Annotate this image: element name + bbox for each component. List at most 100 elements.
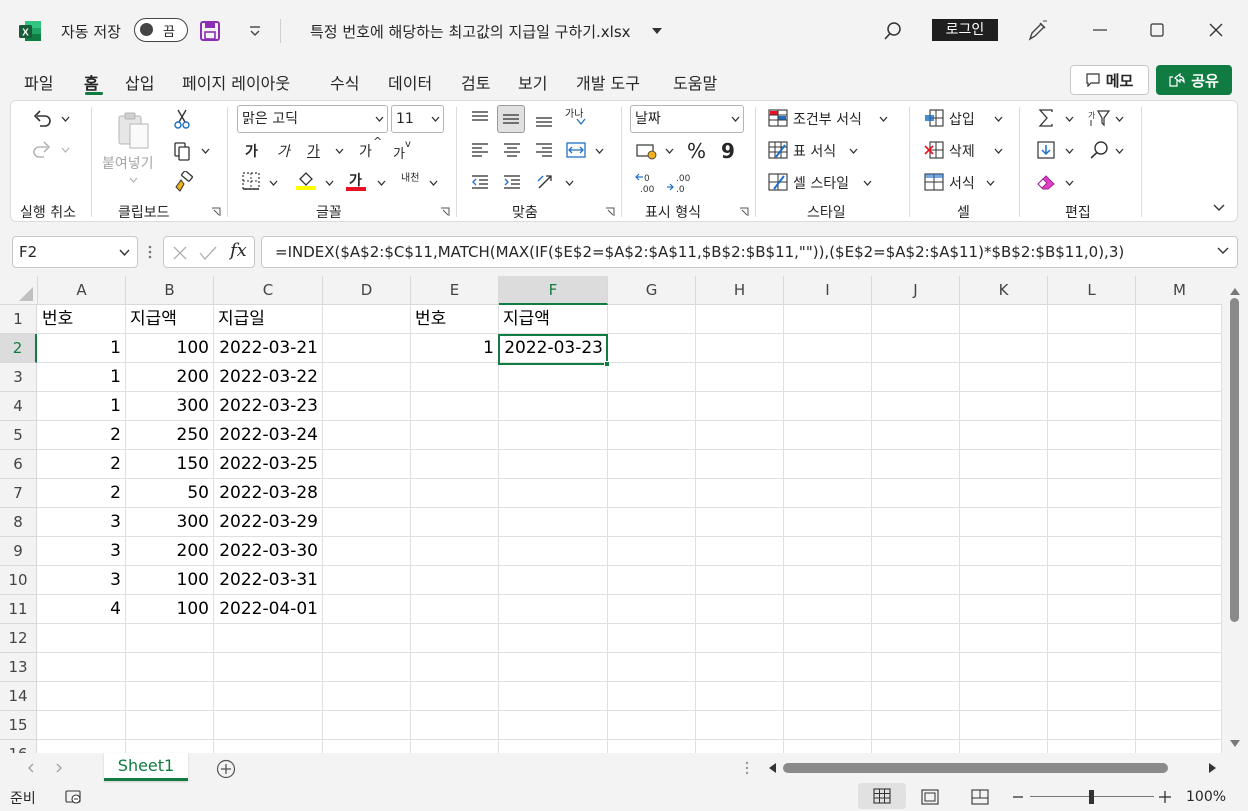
- cell-a2[interactable]: 1: [38, 334, 125, 363]
- shrink-font-button[interactable]: 가: [393, 143, 405, 162]
- increase-indent-icon[interactable]: [501, 171, 523, 193]
- cell-c9[interactable]: 2022-03-30: [214, 537, 322, 566]
- insert-function-icon[interactable]: fx: [230, 240, 247, 261]
- fill-dropdown-icon[interactable]: [1063, 145, 1075, 157]
- borders-dropdown-icon[interactable]: [267, 177, 279, 189]
- copy-dropdown-icon[interactable]: [199, 145, 211, 157]
- row-header-12[interactable]: 12: [0, 624, 37, 653]
- decrease-indent-icon[interactable]: [469, 171, 491, 193]
- expand-formula-bar-icon[interactable]: [1215, 244, 1231, 258]
- vertical-scrollbar[interactable]: [1222, 276, 1248, 753]
- phonetic-dropdown-icon[interactable]: [427, 177, 439, 189]
- column-header-f[interactable]: F: [499, 276, 608, 305]
- tab-split-handle-icon[interactable]: [742, 759, 752, 777]
- insert-cells-button[interactable]: 삽입: [949, 109, 975, 129]
- cell-c1[interactable]: 지급일: [214, 305, 322, 334]
- search-icon[interactable]: [880, 18, 906, 44]
- vertical-scroll-thumb[interactable]: [1230, 298, 1239, 622]
- designer-pen-icon[interactable]: [1024, 18, 1050, 44]
- cell-a11[interactable]: 4: [38, 595, 125, 624]
- cell-styles-dropdown-icon[interactable]: [861, 177, 873, 189]
- tab-page-layout[interactable]: 페이지 레이아웃: [182, 70, 290, 94]
- zoom-level[interactable]: 100%: [1186, 789, 1226, 805]
- cell-b9[interactable]: 200: [126, 537, 213, 566]
- cell-b8[interactable]: 300: [126, 508, 213, 537]
- comma-style-button[interactable]: 9: [721, 139, 735, 163]
- cell-a6[interactable]: 2: [38, 450, 125, 479]
- conditional-formatting-button[interactable]: 조건부 서식: [793, 109, 862, 129]
- font-name-chevron-icon[interactable]: [373, 114, 385, 124]
- cell-b10[interactable]: 100: [126, 566, 213, 595]
- horizontal-scroll-thumb[interactable]: [783, 763, 1168, 773]
- clear-dropdown-icon[interactable]: [1063, 177, 1075, 189]
- format-as-table-icon[interactable]: [767, 139, 789, 161]
- text-direction-dropdown-icon[interactable]: [563, 177, 575, 189]
- next-sheet-icon[interactable]: [54, 762, 64, 774]
- row-header-3[interactable]: 3: [0, 363, 37, 392]
- prev-sheet-icon[interactable]: [26, 762, 36, 774]
- percent-button[interactable]: %: [687, 139, 706, 163]
- cell-b1[interactable]: 지급액: [126, 305, 213, 334]
- increase-decimal-icon[interactable]: 0.00: [633, 171, 659, 195]
- scroll-down-icon[interactable]: [1229, 738, 1241, 748]
- login-button[interactable]: 로그인: [932, 19, 998, 41]
- row-header-10[interactable]: 10: [0, 566, 37, 595]
- select-all-corner[interactable]: [0, 276, 38, 305]
- row-header-9[interactable]: 9: [0, 537, 37, 566]
- tab-insert[interactable]: 삽입: [125, 70, 154, 94]
- font-launcher-icon[interactable]: [440, 207, 450, 217]
- number-format-select[interactable]: 날짜: [630, 105, 744, 133]
- clear-eraser-icon[interactable]: [1035, 171, 1057, 193]
- close-icon[interactable]: [1206, 20, 1226, 40]
- formula-input[interactable]: =INDEX($A$2:$C$11,MATCH(MAX(IF($E$2=$A$2…: [261, 236, 1238, 268]
- sort-filter-dropdown-icon[interactable]: [1113, 113, 1125, 125]
- column-header-b[interactable]: B: [126, 276, 214, 305]
- scroll-left-icon[interactable]: [766, 762, 778, 774]
- cut-icon[interactable]: [171, 107, 193, 131]
- format-cells-icon[interactable]: [923, 171, 945, 193]
- column-header-d[interactable]: D: [323, 276, 411, 305]
- cell-b3[interactable]: 200: [126, 363, 213, 392]
- column-header-m[interactable]: M: [1136, 276, 1222, 305]
- cell-styles-icon[interactable]: [767, 171, 789, 193]
- tab-review[interactable]: 검토: [461, 70, 490, 94]
- cell-e2[interactable]: 1: [411, 334, 498, 363]
- accounting-format-icon[interactable]: [635, 141, 659, 161]
- zoom-slider-thumb[interactable]: [1089, 790, 1094, 804]
- page-break-view-icon[interactable]: [970, 788, 990, 806]
- cell-b7[interactable]: 50: [126, 479, 213, 508]
- delete-cells-dropdown-icon[interactable]: [992, 145, 1004, 157]
- format-as-table-button[interactable]: 표 서식: [793, 141, 836, 161]
- tab-developer[interactable]: 개발 도구: [576, 70, 640, 94]
- cell-a1[interactable]: 번호: [38, 305, 125, 334]
- italic-button[interactable]: 가: [277, 141, 290, 161]
- scroll-up-icon[interactable]: [1229, 286, 1241, 296]
- cell-c7[interactable]: 2022-03-28: [214, 479, 322, 508]
- page-layout-view-icon[interactable]: [920, 788, 940, 806]
- column-header-i[interactable]: I: [784, 276, 872, 305]
- delete-cells-button[interactable]: 삭제: [949, 141, 975, 161]
- cell-e1[interactable]: 번호: [411, 305, 498, 334]
- zoom-out-icon[interactable]: [1012, 791, 1024, 803]
- column-header-e[interactable]: E: [411, 276, 499, 305]
- clipboard-launcher-icon[interactable]: [211, 207, 221, 217]
- more-options-icon[interactable]: [145, 242, 155, 262]
- row-header-11[interactable]: 11: [0, 595, 37, 624]
- worksheet-grid[interactable]: A B C D E F G H I J K L M 1 2 3 4 5 6 7 …: [0, 276, 1222, 753]
- font-size-chevron-icon[interactable]: [429, 114, 441, 124]
- cell-c2[interactable]: 2022-03-21: [214, 334, 322, 363]
- tab-file[interactable]: 파일: [24, 70, 53, 94]
- cell-a7[interactable]: 2: [38, 479, 125, 508]
- cell-b11[interactable]: 100: [126, 595, 213, 624]
- align-middle-icon[interactable]: [497, 105, 525, 133]
- row-header-14[interactable]: 14: [0, 682, 37, 711]
- fill-handle[interactable]: [604, 361, 610, 367]
- tab-formulas[interactable]: 수식: [330, 70, 359, 94]
- row-header-13[interactable]: 13: [0, 653, 37, 682]
- format-painter-icon[interactable]: [171, 170, 195, 194]
- cell-c3[interactable]: 2022-03-22: [214, 363, 322, 392]
- sheet-tab-sheet1[interactable]: Sheet1: [104, 753, 188, 781]
- underline-button[interactable]: 가: [307, 141, 320, 161]
- cell-c11[interactable]: 2022-04-01: [214, 595, 322, 624]
- copy-icon[interactable]: [171, 139, 193, 163]
